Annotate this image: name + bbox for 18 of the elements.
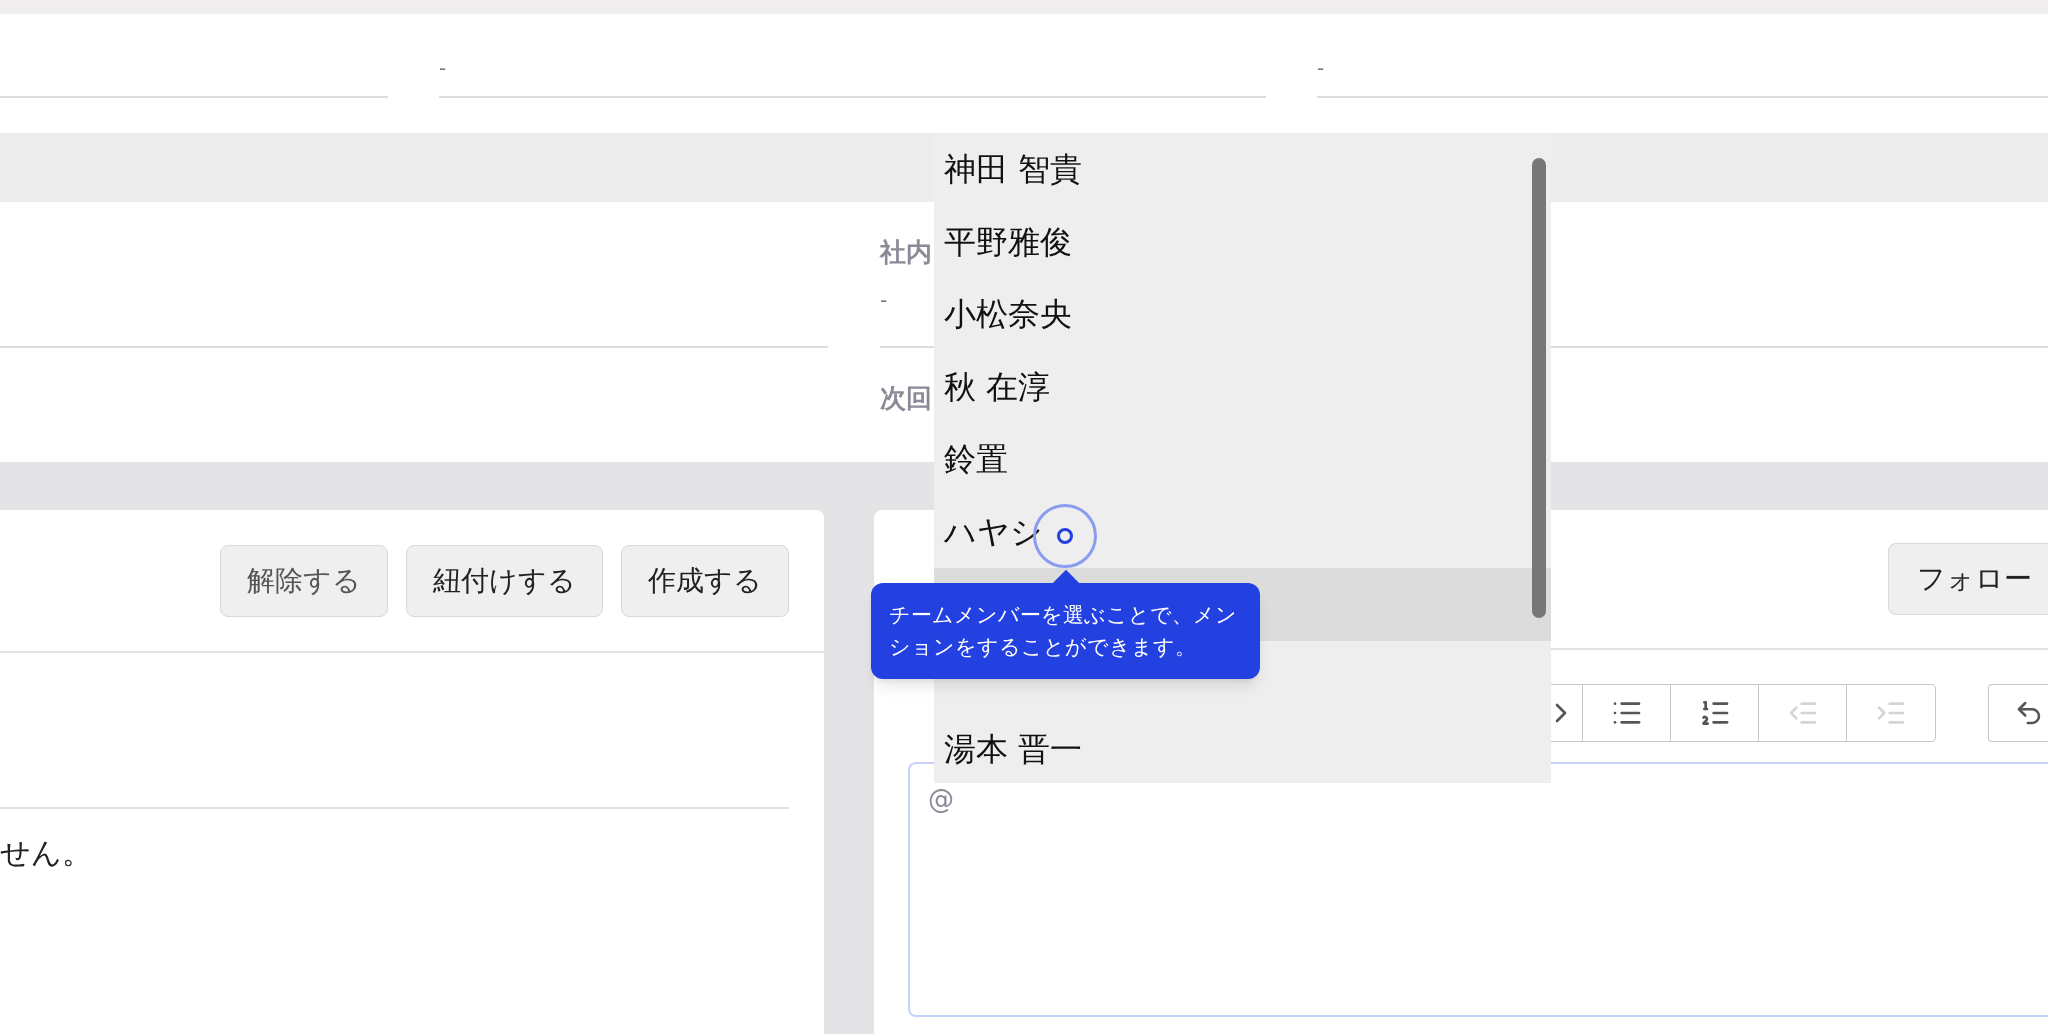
- field-label: 社内: [880, 236, 932, 268]
- member-option[interactable]: 鈴置: [934, 423, 1551, 496]
- follow-button[interactable]: フォロー: [1888, 543, 2048, 615]
- text-field[interactable]: -: [1317, 56, 2048, 98]
- action-button[interactable]: 解除する: [220, 545, 388, 617]
- field-value: -: [880, 288, 888, 312]
- scrollbar-thumb[interactable]: [1532, 158, 1546, 618]
- field-label: 次回: [880, 382, 932, 414]
- member-option[interactable]: 神田 智貴: [934, 133, 1551, 206]
- member-option[interactable]: 秋 在淳: [934, 350, 1551, 423]
- toolbar-button[interactable]: [1988, 684, 2048, 742]
- empty-message: せん。: [0, 835, 92, 870]
- tooltip: チームメンバーを選ぶことで、メンションをすることができます。: [871, 583, 1260, 679]
- member-option[interactable]: 小松奈央: [934, 278, 1551, 351]
- action-button[interactable]: 作成する: [621, 545, 789, 617]
- action-button[interactable]: 紐付けする: [406, 545, 603, 617]
- member-option[interactable]: 平野雅俊: [934, 205, 1551, 278]
- text-field[interactable]: -: [439, 56, 1266, 98]
